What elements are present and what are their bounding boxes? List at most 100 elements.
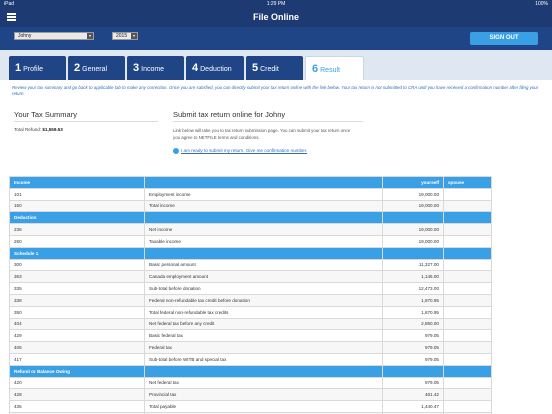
- spouse-amount-cell: [443, 329, 492, 343]
- table-row: 260 Taxable income 19,000.00: [9, 234, 492, 248]
- line-code-cell: 417: [9, 352, 145, 366]
- table-section-header: Income yourself spouse: [9, 176, 492, 189]
- line-code-cell: 236: [9, 223, 145, 236]
- table-row: 363 Canada employment amount 1,146.00: [9, 270, 492, 284]
- result-panel: Review your tax summary and go back to a…: [0, 80, 552, 414]
- spouse-amount-cell: [443, 364, 492, 378]
- description-cell: Total income: [144, 199, 383, 213]
- line-code-cell: Income: [9, 176, 145, 189]
- tax-summary: Your Tax Summary Total Refund: $1,559.53: [14, 110, 158, 132]
- line-code-cell: 428: [9, 388, 145, 402]
- line-code-cell: 404: [9, 317, 145, 331]
- tab-label: Deduction: [200, 66, 232, 73]
- yourself-amount-cell: 1,870.95: [382, 305, 444, 319]
- status-bar: iPad 1:29 PM 100%: [0, 0, 552, 8]
- spouse-amount-cell: [443, 258, 492, 272]
- line-code-cell: 420: [9, 376, 145, 390]
- confirm-submit-link[interactable]: I am ready to submit my return. Give me …: [173, 148, 363, 154]
- table-section-header: Refund or Balance Owing: [9, 364, 492, 378]
- tab-number: 5: [252, 62, 259, 74]
- table-row: 429 Basic federal tax 979.05: [9, 329, 492, 343]
- battery-label: 100%: [535, 1, 548, 7]
- chevron-down-icon: ▾: [87, 33, 93, 39]
- step-tabs: 1 Profile 2 General 3 Income 4 Deduction 5 Cr…: [0, 50, 552, 80]
- description-cell: Sub-total before WITB and special tax: [144, 352, 383, 366]
- line-code-cell: Deduction: [9, 211, 145, 225]
- spouse-amount-cell: [443, 400, 492, 413]
- line-code-cell: 300: [9, 258, 145, 272]
- spouse-amount-cell: [443, 211, 492, 225]
- taxpayer-select-value: Johny: [18, 33, 32, 39]
- year-select[interactable]: 2015 ▾: [112, 32, 138, 40]
- yourself-amount-cell: 12,473.00: [382, 282, 444, 295]
- description-cell: Sub-total before donation: [144, 282, 383, 295]
- table-row: 435 Total payable 1,440.47: [9, 400, 492, 413]
- yourself-amount-cell: 2,850.00: [382, 317, 444, 331]
- year-select-value: 2015: [116, 33, 128, 39]
- line-code-cell: 150: [9, 199, 145, 213]
- tax-result-table: Income yourself spouse 101 Employment income…: [9, 176, 492, 414]
- sign-out-button[interactable]: SIGN OUT: [470, 32, 538, 45]
- description-cell: Federal non-refundable tax credit before…: [144, 293, 383, 307]
- yourself-amount-cell: [382, 211, 444, 225]
- yourself-amount-cell: 19,000.00: [382, 199, 444, 213]
- spouse-amount-cell: [443, 199, 492, 213]
- description-cell: Net federal tax before any credit: [144, 317, 383, 331]
- table-row: 335 Sub-total before donation 12,473.00: [9, 282, 492, 295]
- spouse-amount-cell: [443, 317, 492, 331]
- description-cell: Taxable income: [144, 234, 383, 248]
- table-row: 338 Federal non-refundable tax credit bef…: [9, 293, 492, 307]
- line-code-cell: 101: [9, 187, 145, 201]
- page-title: File Online: [252, 12, 299, 22]
- tab-label: Profile: [23, 66, 43, 73]
- total-refund-label: Total Refund:: [14, 127, 42, 132]
- spouse-amount-cell: [443, 341, 492, 354]
- table-row: 406 Federal tax 979.05: [9, 341, 492, 354]
- tab-result[interactable]: 6 Result: [305, 56, 364, 80]
- top-navbar: File Online: [0, 8, 552, 27]
- description-cell: Total federal non-refundable tax credits: [144, 305, 383, 319]
- line-code-cell: 435: [9, 400, 145, 413]
- description-cell: Basic personal amount: [144, 258, 383, 272]
- spouse-amount-cell: [443, 352, 492, 366]
- tab-income[interactable]: 3 Income: [127, 56, 184, 80]
- yourself-amount-cell: 1,440.47: [382, 400, 444, 413]
- description-cell: Canada employment amount: [144, 270, 383, 284]
- description-cell: Employment income: [144, 187, 383, 201]
- yourself-amount-cell: 1,870.95: [382, 293, 444, 307]
- spouse-amount-cell: [443, 282, 492, 295]
- total-refund-value: $1,559.53: [42, 127, 63, 132]
- yourself-amount-cell: 979.05: [382, 376, 444, 390]
- submit-title: Submit tax return online for Johny: [173, 110, 363, 122]
- confirm-submit-link-label: I am ready to submit my return. Give me …: [181, 148, 308, 154]
- tab-label: Credit: [260, 66, 279, 73]
- line-code-cell: 338: [9, 293, 145, 307]
- yourself-amount-cell: 979.05: [382, 352, 444, 366]
- status-time: 1:29 PM: [266, 1, 286, 7]
- tab-credit[interactable]: 5 Credit: [246, 56, 303, 80]
- description-cell: [144, 176, 383, 189]
- line-code-cell: 335: [9, 282, 145, 295]
- intro-text: Review your tax summary and go back to a…: [12, 85, 539, 96]
- line-code-cell: Schedule 1: [9, 246, 145, 260]
- spouse-amount-cell: [443, 246, 492, 260]
- yourself-amount-cell: 19,000.00: [382, 223, 444, 236]
- table-section-header: Deduction: [9, 211, 492, 225]
- table-row: 300 Basic personal amount 11,327.00: [9, 258, 492, 272]
- tab-general[interactable]: 2 General: [68, 56, 125, 80]
- yourself-amount-cell: 979.05: [382, 341, 444, 354]
- spouse-amount-cell: [443, 293, 492, 307]
- tab-deduction[interactable]: 4 Deduction: [186, 56, 244, 80]
- submit-description: Link below will take you to tax return s…: [173, 128, 351, 140]
- table-row: 236 Net income 19,000.00: [9, 223, 492, 236]
- description-cell: Federal tax: [144, 341, 383, 354]
- table-row: 417 Sub-total before WITB and special tax…: [9, 352, 492, 366]
- table-row: 350 Total federal non-refundable tax cred…: [9, 305, 492, 319]
- tab-profile[interactable]: 1 Profile: [9, 56, 66, 80]
- taxpayer-select[interactable]: Johny ▾: [14, 32, 94, 40]
- description-cell: Net federal tax: [144, 376, 383, 390]
- spouse-amount-cell: [443, 187, 492, 201]
- line-code-cell: Refund or Balance Owing: [9, 364, 145, 378]
- description-cell: Basic federal tax: [144, 329, 383, 343]
- yourself-amount-cell: yourself: [382, 176, 444, 189]
